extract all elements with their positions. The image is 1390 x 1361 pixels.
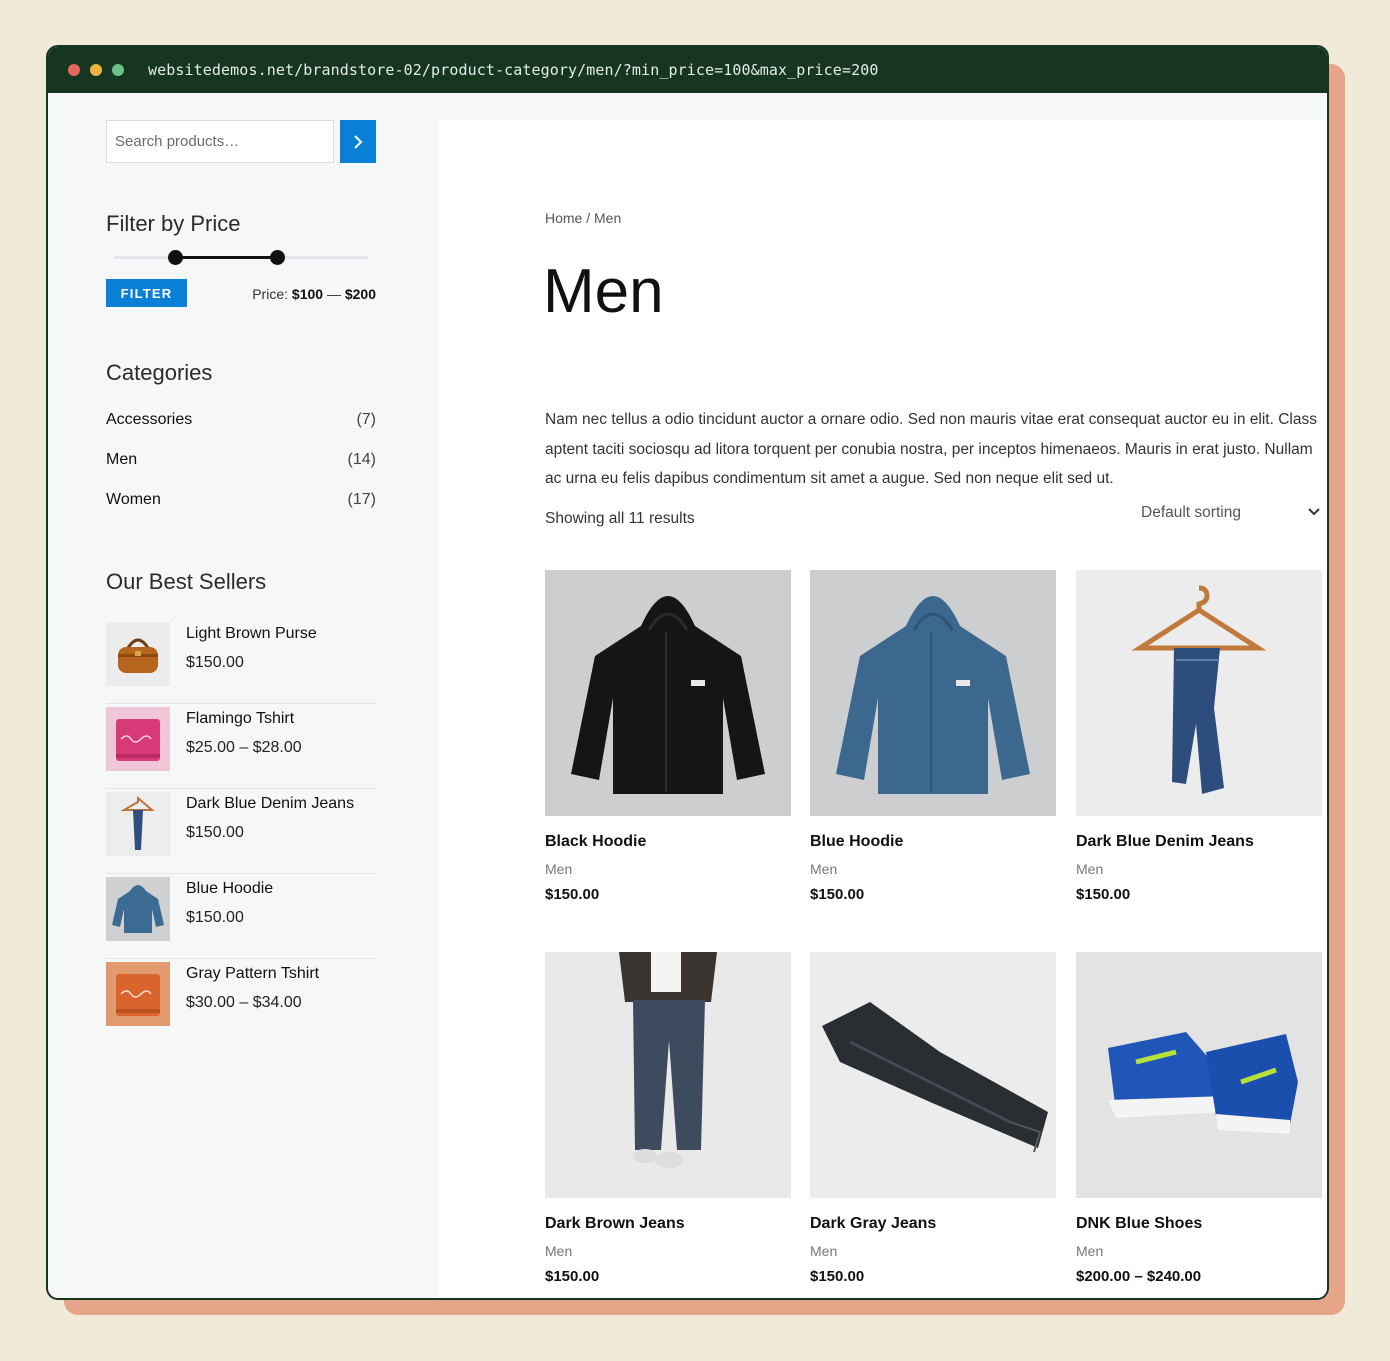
best-seller-price: $30.00 – $34.00 [186,994,302,1011]
product-card[interactable]: DNK Blue Shoes Men $200.00 – $240.00 [1076,952,1322,1285]
product-card[interactable]: Blue Hoodie Men $150.00 [810,570,1056,903]
price-min-value: $100 [291,286,324,302]
address-bar-url[interactable]: websitedemos.net/brandstore-02/product-c… [148,61,878,79]
categories-title: Categories [106,360,213,385]
page-content: Filter by Price FILTER Price: $100 — $20… [48,93,1327,1298]
product-name[interactable]: Dark Blue Denim Jeans [1076,833,1254,851]
close-window-dot[interactable] [68,64,80,76]
jeans-hanger-image[interactable] [1076,570,1322,816]
category-name[interactable]: Women [106,491,161,531]
best-seller-price: $150.00 [186,909,244,926]
best-seller-item[interactable]: Gray Pattern Tshirt $30.00 – $34.00 [106,960,376,1043]
price-max-value: $200 [344,286,376,302]
search-submit-button[interactable] [340,120,376,163]
category-name[interactable]: Accessories [106,411,192,451]
best-seller-price: $150.00 [186,654,244,671]
product-name[interactable]: Dark Gray Jeans [810,1215,936,1233]
search-input[interactable] [106,120,334,163]
product-category: Men [545,861,573,877]
best-seller-price: $25.00 – $28.00 [186,739,302,756]
black-hoodie-image[interactable] [545,570,791,816]
best-seller-item[interactable]: Dark Blue Denim Jeans $150.00 [106,790,376,874]
price-range-label: Price: $100 — $200 [252,286,376,302]
product-name[interactable]: Dark Brown Jeans [545,1215,685,1233]
sorting-select[interactable]: Default sorting [1141,501,1321,529]
price-min-handle[interactable] [167,250,183,265]
result-count: Showing all 11 results [545,510,695,527]
category-name[interactable]: Men [106,451,137,491]
best-sellers-list: Light Brown Purse $150.00 Flamingo Tshir… [106,620,376,1044]
price-max-handle[interactable] [269,250,285,265]
chevron-right-icon [354,134,363,149]
category-item-accessories[interactable]: Accessories (7) [106,411,376,451]
best-seller-item[interactable]: Light Brown Purse $150.00 [106,620,376,704]
product-category: Men [810,1243,838,1259]
product-price: $200.00 – $240.00 [1076,1268,1202,1285]
blue-hoodie-image[interactable] [810,570,1056,816]
product-price: $150.00 [810,1268,865,1285]
best-seller-name[interactable]: Gray Pattern Tshirt [186,965,319,983]
filter-price-title: Filter by Price [106,211,241,236]
blue-shoes-image[interactable] [1076,952,1322,1198]
browser-window: websitedemos.net/brandstore-02/product-c… [46,45,1329,1300]
price-separator: — [326,286,341,302]
product-search [106,120,376,163]
product-category: Men [1076,861,1104,877]
product-card[interactable]: Dark Brown Jeans Men $150.00 [545,952,791,1285]
price-prefix: Price: [252,286,289,302]
jeans-hanger-image[interactable] [106,792,170,856]
blue-hoodie-image[interactable] [106,877,170,941]
best-seller-item[interactable]: Blue Hoodie $150.00 [106,875,376,959]
price-range-fill [174,256,277,259]
orange-tshirt-image[interactable] [106,962,170,1026]
product-card[interactable]: Black Hoodie Men $150.00 [545,570,791,903]
minimize-window-dot[interactable] [90,64,102,76]
breadcrumb[interactable]: Home / Men [545,210,621,226]
product-category: Men [1076,1243,1104,1259]
browser-titlebar: websitedemos.net/brandstore-02/product-c… [48,47,1327,93]
category-item-men[interactable]: Men (14) [106,451,376,491]
price-range-slider[interactable] [114,250,368,265]
product-price: $150.00 [810,886,865,903]
best-seller-name[interactable]: Flamingo Tshirt [186,710,294,728]
category-description: Nam nec tellus a odio tincidunt auctor a… [545,411,1317,487]
model-jeans-image[interactable] [545,952,791,1198]
product-card[interactable]: Dark Blue Denim Jeans Men $150.00 [1076,570,1322,903]
best-seller-name[interactable]: Dark Blue Denim Jeans [186,795,354,813]
chevron-down-icon [1308,508,1320,516]
category-item-women[interactable]: Women (17) [106,491,376,531]
category-count: (7) [356,411,376,428]
sorting-selected-value: Default sorting [1141,504,1241,521]
category-list: Accessories (7) Men (14) Women (17) [106,411,376,531]
product-price: $150.00 [1076,886,1131,903]
category-count: (14) [347,451,376,468]
pink-tshirt-image[interactable] [106,707,170,771]
purse-image[interactable] [106,622,170,686]
product-name[interactable]: Blue Hoodie [810,833,903,851]
product-name[interactable]: DNK Blue Shoes [1076,1215,1202,1233]
gray-jeans-image[interactable] [810,952,1056,1198]
best-seller-name[interactable]: Blue Hoodie [186,880,273,898]
product-category: Men [545,1243,573,1259]
maximize-window-dot[interactable] [112,64,124,76]
product-name[interactable]: Black Hoodie [545,833,646,851]
product-category: Men [810,861,838,877]
best-seller-item[interactable]: Flamingo Tshirt $25.00 – $28.00 [106,705,376,789]
page-title: Men [543,257,664,326]
product-price: $150.00 [545,886,600,903]
best-seller-name[interactable]: Light Brown Purse [186,625,317,643]
best-sellers-title: Our Best Sellers [106,569,267,594]
main-content: Home / Men Men Nam nec tellus a odio tin… [438,120,1327,1298]
best-seller-price: $150.00 [186,824,244,841]
product-price: $150.00 [545,1268,600,1285]
filter-button[interactable]: FILTER [106,279,187,307]
category-count: (17) [347,491,376,508]
product-card[interactable]: Dark Gray Jeans Men $150.00 [810,952,1056,1285]
